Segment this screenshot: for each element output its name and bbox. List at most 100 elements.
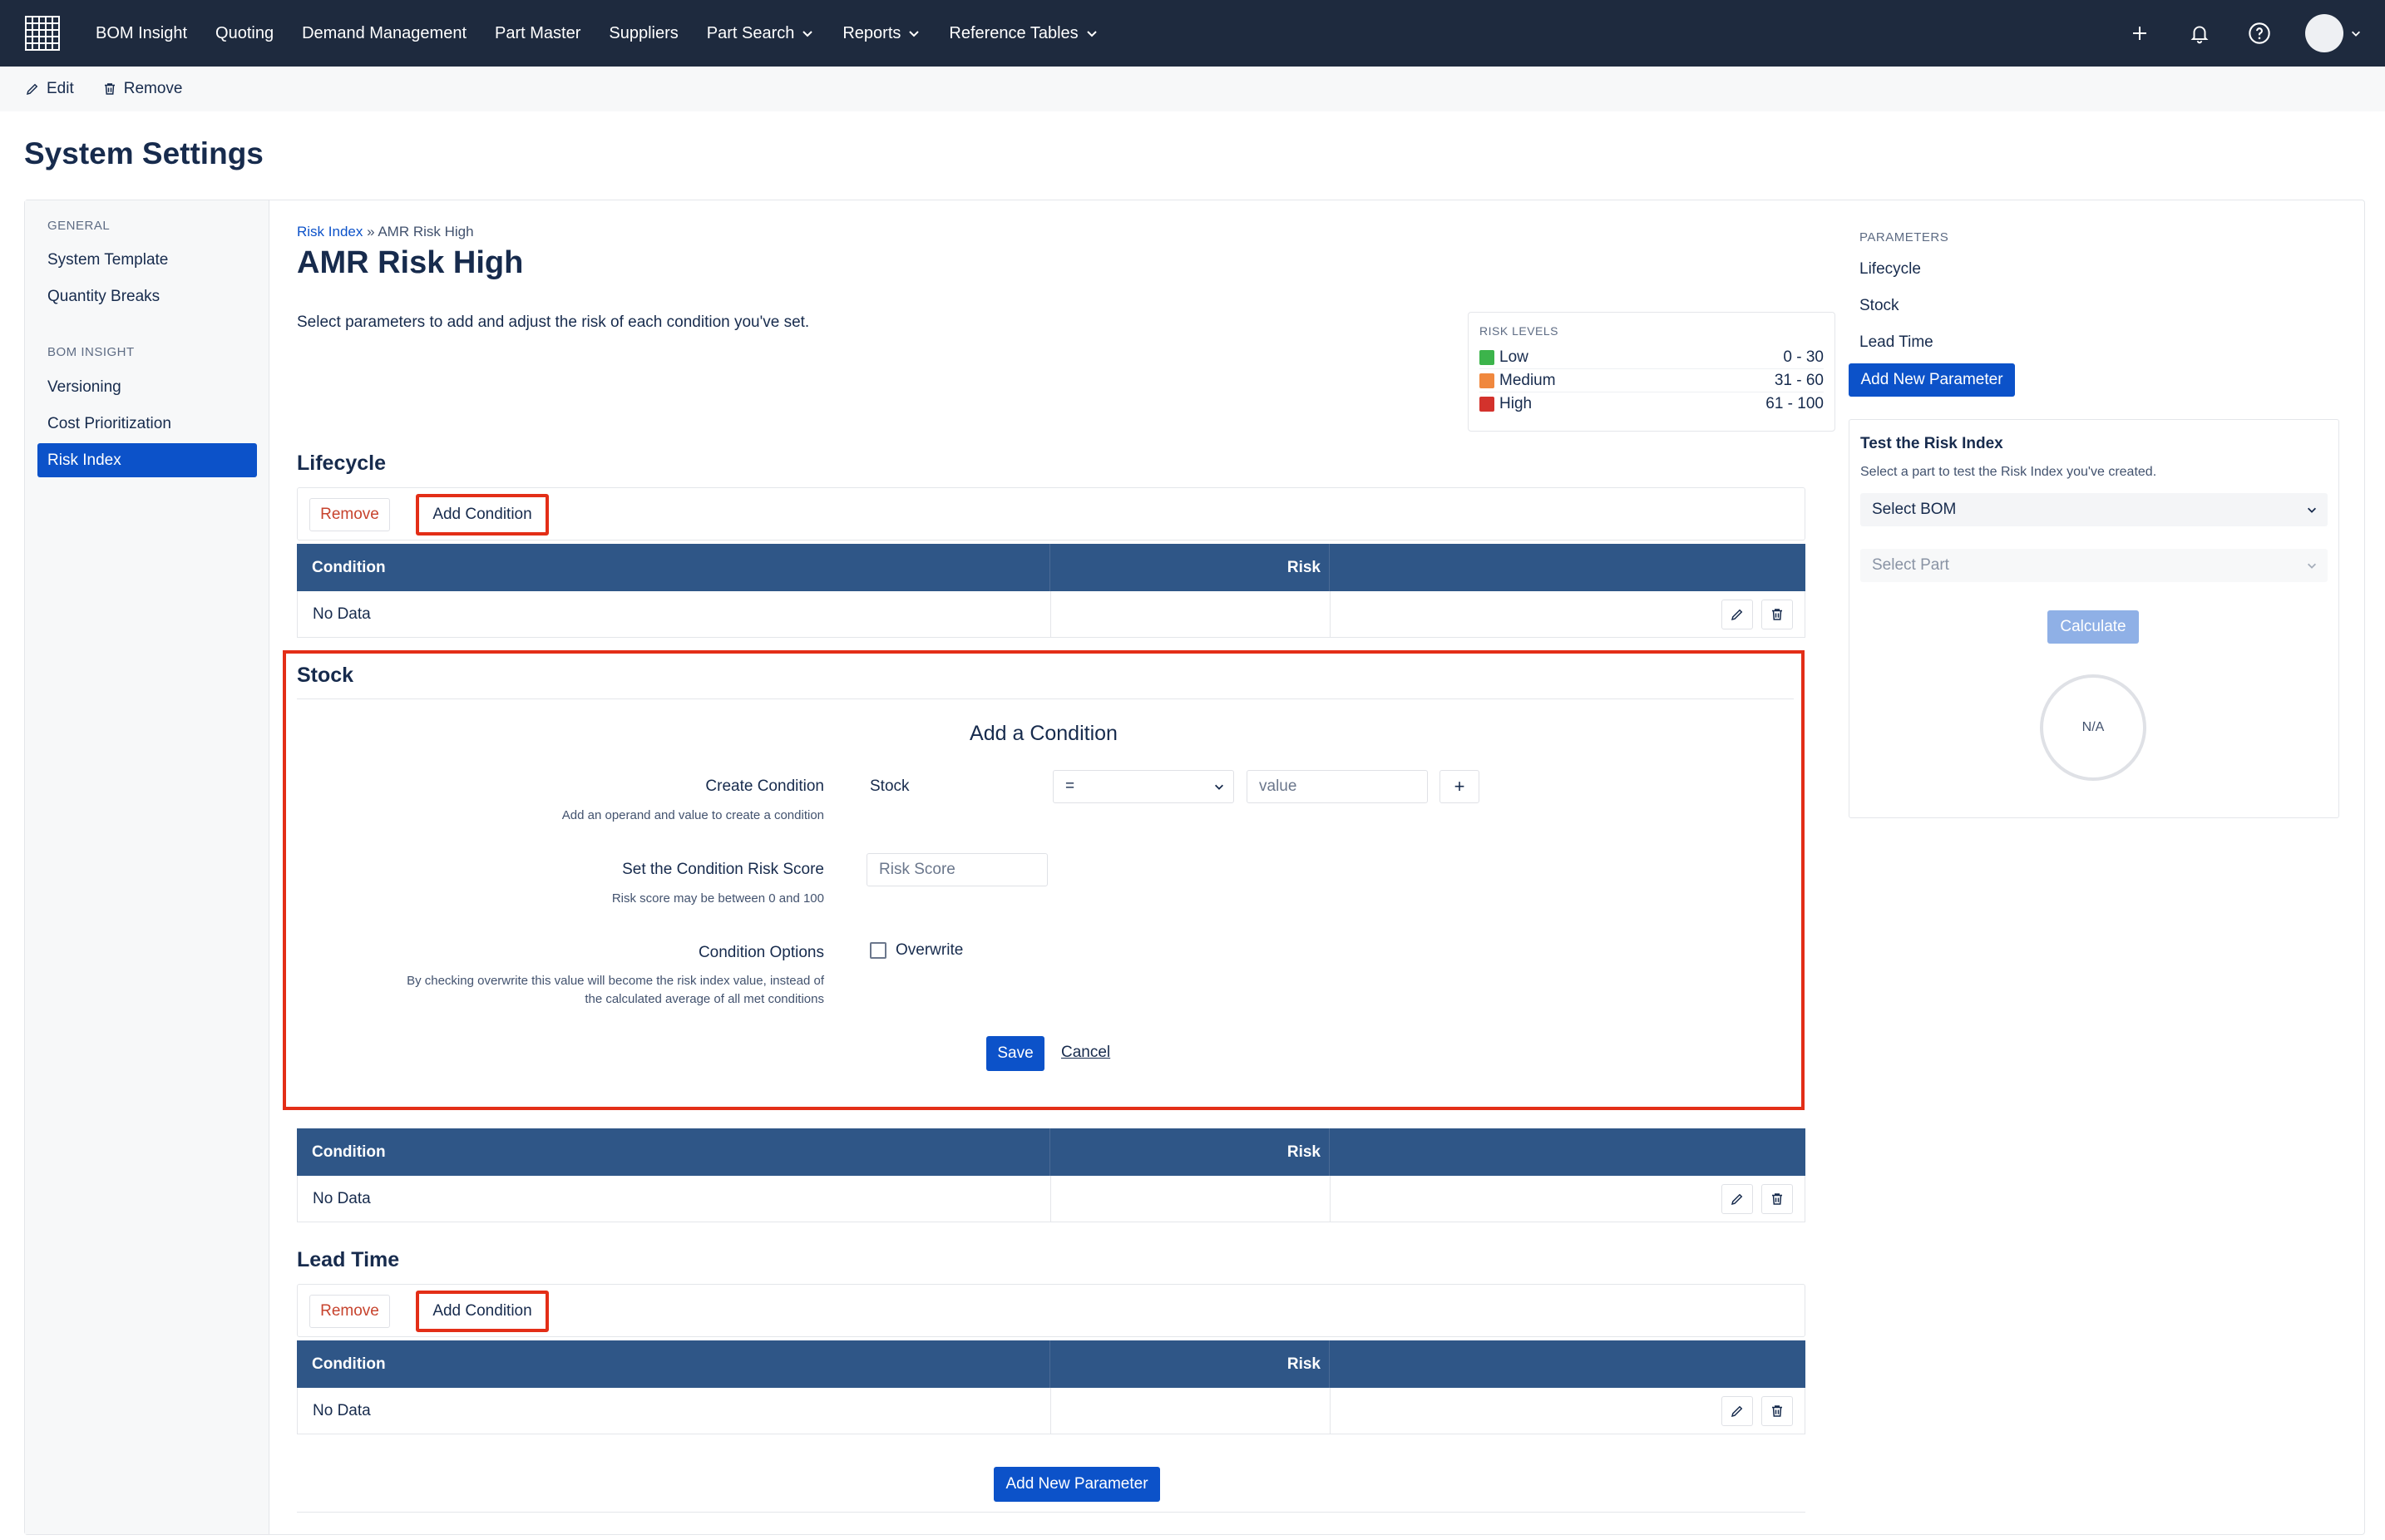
risk-swatch-medium — [1479, 373, 1494, 388]
pencil-icon — [1731, 1193, 1743, 1205]
nav-part-master[interactable]: Part Master — [481, 24, 595, 43]
select-part-dropdown[interactable]: Select Part — [1860, 549, 2328, 582]
test-risk-index-card: Test the Risk Index Select a part to tes… — [1849, 419, 2339, 818]
lead-time-add-condition-button[interactable]: Add Condition — [416, 1291, 549, 1332]
lifecycle-add-condition-button[interactable]: Add Condition — [416, 494, 549, 536]
chevron-down-icon — [1086, 31, 1097, 37]
page-title: System Settings — [24, 136, 264, 170]
edit-button[interactable]: Edit — [25, 80, 74, 98]
risk-level-label: Low — [1499, 348, 1528, 366]
avatar — [2305, 14, 2343, 52]
breadcrumb-separator: » — [363, 224, 378, 239]
empty-row-text: No Data — [298, 591, 1051, 637]
select-bom-dropdown[interactable]: Select BOM — [1860, 493, 2328, 526]
risk-swatch-high — [1479, 397, 1494, 412]
nav-right-tools — [2126, 0, 2362, 67]
top-nav: BOM Insight Quoting Demand Management Pa… — [0, 0, 2385, 67]
app-logo-icon[interactable] — [25, 16, 60, 51]
operator-select[interactable]: = — [1053, 770, 1234, 803]
parameters-heading: PARAMETERS — [1859, 230, 1949, 244]
edit-row-button[interactable] — [1721, 599, 1753, 629]
settings-sidebar: GENERAL System Template Quantity Breaks … — [25, 200, 269, 1534]
divider — [297, 1512, 1805, 1513]
sidebar-item-cost-prioritization[interactable]: Cost Prioritization — [37, 407, 257, 441]
nav-label: Reports — [842, 23, 901, 42]
risk-level-range: 0 - 30 — [1783, 348, 1824, 366]
pencil-icon — [1731, 1405, 1743, 1417]
add-condition-form-title: Add a Condition — [970, 722, 1118, 745]
condition-value-input[interactable] — [1247, 770, 1428, 803]
risk-level-range: 31 - 60 — [1774, 371, 1824, 389]
edit-row-button[interactable] — [1721, 1395, 1753, 1426]
trash-icon — [104, 83, 115, 95]
delete-row-button[interactable] — [1761, 1395, 1793, 1426]
table-row: No Data — [297, 591, 1805, 638]
sidebar-item-versioning[interactable]: Versioning — [37, 370, 257, 404]
table-row: No Data — [297, 1176, 1805, 1222]
nav-reports[interactable]: Reports — [828, 24, 935, 43]
stock-conditions-table: Condition Risk No Data — [297, 1128, 1805, 1222]
overwrite-checkbox[interactable] — [870, 942, 886, 959]
breadcrumb: Risk Index » AMR Risk High — [297, 224, 474, 240]
lead-time-remove-button[interactable]: Remove — [309, 1295, 390, 1328]
trash-icon — [1772, 1404, 1782, 1417]
nav-part-search[interactable]: Part Search — [693, 24, 829, 43]
add-new-parameter-button[interactable]: Add New Parameter — [994, 1467, 1160, 1502]
risk-levels-heading: RISK LEVELS — [1479, 324, 1558, 338]
divider — [297, 698, 1794, 699]
risk-result-value: N/A — [2081, 720, 2105, 734]
risk-cell — [1051, 1388, 1331, 1434]
test-description: Select a part to test the Risk Index you… — [1860, 465, 2157, 479]
risk-index-description: Select parameters to add and adjust the … — [297, 313, 810, 331]
risk-score-input[interactable] — [867, 853, 1048, 886]
condition-parameter-name: Stock — [870, 777, 910, 795]
nav-label: Part Master — [495, 23, 581, 42]
nav-bom-insight[interactable]: BOM Insight — [81, 24, 201, 43]
calculate-button[interactable]: Calculate — [2047, 610, 2139, 644]
delete-row-button[interactable] — [1761, 599, 1793, 629]
bell-icon[interactable] — [2185, 19, 2214, 47]
help-icon[interactable] — [2245, 19, 2274, 47]
select-bom-value: Select BOM — [1872, 501, 1957, 518]
save-button[interactable]: Save — [986, 1036, 1044, 1071]
table-header: Condition Risk — [297, 1128, 1805, 1176]
nav-label: Reference Tables — [949, 23, 1079, 42]
risk-score-label: Set the Condition Risk Score — [622, 861, 824, 878]
overwrite-label[interactable]: Overwrite — [896, 941, 963, 960]
breadcrumb-link-risk-index[interactable]: Risk Index — [297, 224, 363, 239]
col-condition: Condition — [297, 1128, 1050, 1176]
row-actions — [1331, 1388, 1805, 1434]
chevron-down-icon — [802, 31, 813, 37]
nav-suppliers[interactable]: Suppliers — [595, 24, 692, 43]
nav-label: Quoting — [215, 23, 274, 42]
risk-level-label: High — [1499, 395, 1533, 412]
plus-icon[interactable] — [2126, 19, 2154, 47]
delete-row-button[interactable] — [1761, 1183, 1793, 1214]
remove-button[interactable]: Remove — [102, 80, 183, 98]
nav-demand-management[interactable]: Demand Management — [288, 24, 481, 43]
parameter-item-lifecycle[interactable]: Lifecycle — [1859, 260, 1921, 279]
sidebar-item-risk-index[interactable]: Risk Index — [37, 443, 257, 477]
row-actions — [1331, 591, 1805, 637]
section-title-lifecycle: Lifecycle — [297, 452, 387, 475]
section-title-stock: Stock — [297, 664, 354, 687]
sidebar-item-quantity-breaks[interactable]: Quantity Breaks — [37, 279, 257, 313]
nav-reference-tables[interactable]: Reference Tables — [935, 24, 1112, 43]
chevron-down-icon — [1215, 784, 1223, 790]
add-operand-button[interactable]: + — [1439, 770, 1479, 803]
risk-level-high: High 61 - 100 — [1479, 392, 1824, 416]
user-menu[interactable] — [2305, 14, 2362, 52]
nav-label: BOM Insight — [96, 23, 188, 42]
lead-time-conditions-table: Condition Risk No Data — [297, 1340, 1805, 1434]
risk-level-label: Medium — [1499, 371, 1556, 389]
sidebar-item-system-template[interactable]: System Template — [37, 243, 257, 277]
cancel-link[interactable]: Cancel — [1061, 1044, 1110, 1062]
panel-add-new-parameter-button[interactable]: Add New Parameter — [1849, 363, 2015, 397]
nav-quoting[interactable]: Quoting — [201, 24, 288, 43]
parameter-item-lead-time[interactable]: Lead Time — [1859, 333, 1933, 352]
lifecycle-remove-button[interactable]: Remove — [309, 498, 390, 531]
parameter-item-stock[interactable]: Stock — [1859, 297, 1899, 315]
nav-label: Suppliers — [609, 23, 679, 42]
select-part-value: Select Part — [1872, 556, 1949, 574]
edit-row-button[interactable] — [1721, 1183, 1753, 1214]
